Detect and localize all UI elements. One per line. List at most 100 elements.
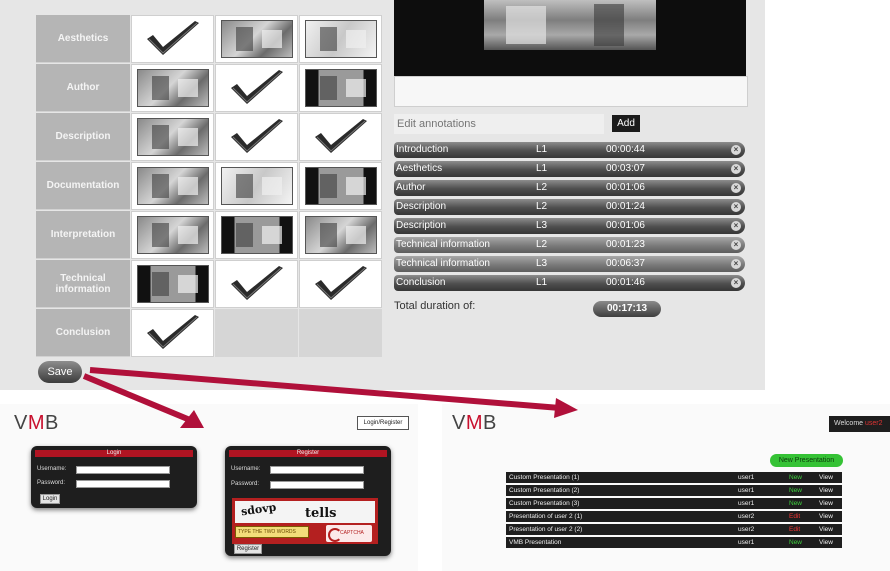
- level-cell[interactable]: [131, 260, 214, 308]
- login-register-button[interactable]: Login/Register: [357, 416, 409, 430]
- segment-row[interactable]: Technical information L2 00:01:23 ×: [394, 237, 745, 253]
- level-cell[interactable]: [215, 113, 298, 161]
- level-cell[interactable]: [299, 260, 382, 308]
- segment-row[interactable]: Aesthetics L1 00:03:07 ×: [394, 161, 745, 177]
- register-button[interactable]: Register: [234, 544, 262, 554]
- presentation-title[interactable]: Custom Presentation (3): [509, 500, 579, 507]
- welcome-badge[interactable]: Welcome user2: [829, 416, 890, 432]
- video-thumbnail[interactable]: [220, 216, 293, 254]
- level-cell[interactable]: [215, 162, 298, 210]
- level-cell[interactable]: [215, 15, 298, 63]
- grid-row: Documentation: [36, 162, 384, 210]
- presentation-row[interactable]: Custom Presentation (2) user1 New View: [506, 485, 842, 496]
- presentation-row[interactable]: Presentation of user 2 (1) user2 Edit View: [506, 511, 842, 522]
- presentation-row[interactable]: VMB Presentation user1 New View: [506, 537, 842, 548]
- video-thumbnail[interactable]: [304, 167, 377, 205]
- login-username-field[interactable]: [76, 466, 170, 474]
- register-password-field[interactable]: [270, 481, 364, 489]
- video-thumbnail[interactable]: [136, 167, 209, 205]
- video-thumbnail[interactable]: [136, 118, 209, 156]
- level-cell[interactable]: [131, 113, 214, 161]
- presentation-owner: user2: [738, 513, 755, 520]
- grid-row-label: Aesthetics: [36, 15, 130, 63]
- segment-row[interactable]: Author L2 00:01:06 ×: [394, 180, 745, 196]
- level-cell[interactable]: [299, 15, 382, 63]
- presentation-action-link[interactable]: Edit: [789, 526, 800, 533]
- video-thumbnail[interactable]: [304, 216, 377, 254]
- video-player[interactable]: [394, 0, 746, 76]
- remove-segment-icon[interactable]: ×: [731, 145, 741, 155]
- video-thumbnail[interactable]: [136, 265, 209, 303]
- check-icon: [146, 315, 199, 349]
- add-annotation-button[interactable]: Add: [612, 115, 640, 132]
- annotations-input[interactable]: [394, 114, 604, 134]
- presentation-row[interactable]: Custom Presentation (1) user1 New View: [506, 472, 842, 483]
- level-cell[interactable]: [215, 260, 298, 308]
- remove-segment-icon[interactable]: ×: [731, 221, 741, 231]
- video-thumbnail[interactable]: [304, 20, 377, 58]
- captcha-input[interactable]: TYPE THE TWO WORDS: [235, 526, 309, 538]
- video-thumbnail[interactable]: [220, 20, 293, 58]
- video-thumbnail[interactable]: [136, 216, 209, 254]
- presentation-view-link[interactable]: View: [819, 526, 833, 533]
- save-button[interactable]: Save: [38, 361, 82, 383]
- vmb-logo[interactable]: VMB: [14, 412, 59, 435]
- segment-row[interactable]: Description L3 00:01:06 ×: [394, 218, 745, 234]
- level-cell[interactable]: [299, 162, 382, 210]
- presentation-row[interactable]: Custom Presentation (3) user1 New View: [506, 498, 842, 509]
- video-thumbnail[interactable]: [136, 69, 209, 107]
- presentation-title[interactable]: Presentation of user 2 (1): [509, 513, 582, 520]
- remove-segment-icon[interactable]: ×: [731, 183, 741, 193]
- login-button[interactable]: Login: [40, 494, 60, 504]
- level-cell[interactable]: [131, 211, 214, 259]
- login-password-field[interactable]: [76, 480, 170, 488]
- video-thumbnail[interactable]: [220, 167, 293, 205]
- level-cell[interactable]: [299, 64, 382, 112]
- segment-level: L1: [536, 277, 548, 288]
- presentation-view-link[interactable]: View: [819, 513, 833, 520]
- presentation-row[interactable]: Presentation of user 2 (2) user2 Edit View: [506, 524, 842, 535]
- presentation-action-link[interactable]: New: [789, 474, 802, 481]
- level-cell[interactable]: [215, 64, 298, 112]
- presentation-action-link[interactable]: New: [789, 500, 802, 507]
- presentation-title[interactable]: Custom Presentation (2): [509, 487, 579, 494]
- remove-segment-icon[interactable]: ×: [731, 164, 741, 174]
- remove-segment-icon[interactable]: ×: [731, 278, 741, 288]
- presentation-action-link[interactable]: Edit: [789, 513, 800, 520]
- video-thumbnail[interactable]: [304, 69, 377, 107]
- video-controls-bar[interactable]: [394, 76, 748, 107]
- check-icon: [230, 266, 283, 300]
- presentation-title[interactable]: Presentation of user 2 (2): [509, 526, 582, 533]
- segment-row[interactable]: Introduction L1 00:00:44 ×: [394, 142, 745, 158]
- presentation-view-link[interactable]: View: [819, 474, 833, 481]
- video-still-image: [484, 0, 656, 50]
- remove-segment-icon[interactable]: ×: [731, 202, 741, 212]
- level-cell[interactable]: [131, 15, 214, 63]
- level-cell[interactable]: [299, 211, 382, 259]
- level-cell[interactable]: [215, 211, 298, 259]
- remove-segment-icon[interactable]: ×: [731, 259, 741, 269]
- presentation-view-link[interactable]: View: [819, 487, 833, 494]
- presentation-title[interactable]: VMB Presentation: [509, 539, 561, 546]
- level-cell[interactable]: [131, 309, 214, 357]
- grid-row-label: Description: [36, 113, 130, 161]
- level-cell[interactable]: [131, 64, 214, 112]
- level-cell[interactable]: [299, 113, 382, 161]
- grid-row: Description: [36, 113, 384, 161]
- segment-row[interactable]: Conclusion L1 00:01:46 ×: [394, 275, 745, 291]
- segment-row[interactable]: Technical information L3 00:06:37 ×: [394, 256, 745, 272]
- presentation-view-link[interactable]: View: [819, 539, 833, 546]
- login-screen: VMB Login/Register Login Username: Passw…: [0, 404, 418, 571]
- presentation-view-link[interactable]: View: [819, 500, 833, 507]
- presentation-action-link[interactable]: New: [789, 487, 802, 494]
- new-presentation-button[interactable]: New Presentation: [770, 454, 843, 467]
- level-cell[interactable]: [131, 162, 214, 210]
- register-username-field[interactable]: [270, 466, 364, 474]
- presentation-editor: Aesthetics Author Description Documentation…: [0, 0, 765, 390]
- segment-time: 00:01:23: [606, 239, 645, 250]
- remove-segment-icon[interactable]: ×: [731, 240, 741, 250]
- presentation-action-link[interactable]: New: [789, 539, 802, 546]
- presentation-title[interactable]: Custom Presentation (1): [509, 474, 579, 481]
- vmb-logo[interactable]: VMB: [452, 412, 497, 435]
- segment-row[interactable]: Description L2 00:01:24 ×: [394, 199, 745, 215]
